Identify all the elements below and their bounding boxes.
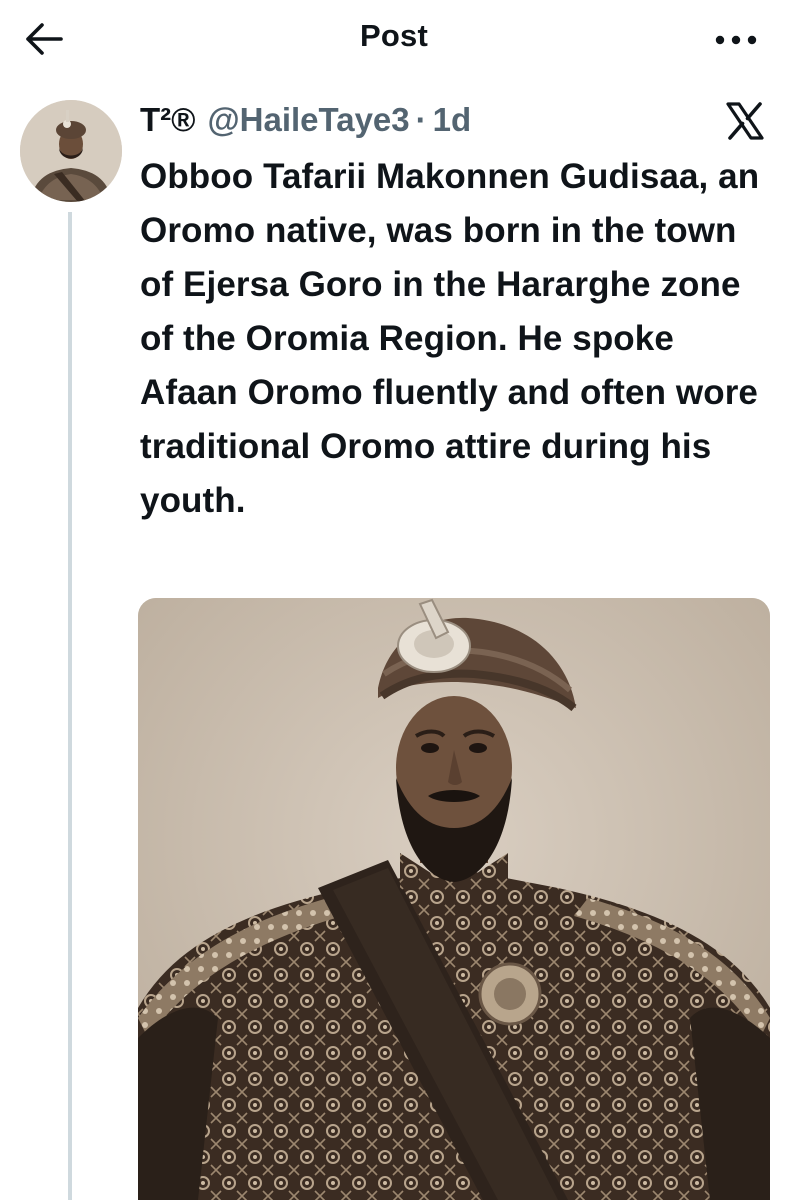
page-title: Post: [360, 18, 428, 53]
thread-line: [68, 212, 72, 1200]
post-header: T²® @HaileTaye3 · 1d: [140, 96, 471, 144]
post-text: Obboo Tafarii Makonnen Gudisaa, an Oromo…: [140, 157, 760, 520]
top-bar: Post: [0, 0, 788, 80]
author-handle[interactable]: @HaileTaye3: [207, 101, 409, 139]
post-timestamp[interactable]: 1d: [433, 101, 472, 139]
x-logo-button[interactable]: [724, 100, 766, 142]
author-avatar[interactable]: [20, 100, 122, 202]
more-horizontal-icon: [715, 35, 757, 45]
author-display-name[interactable]: T²®: [140, 101, 195, 139]
more-options-button[interactable]: [708, 20, 764, 60]
post-image[interactable]: [138, 598, 770, 1200]
x-logo-icon: [726, 102, 764, 140]
separator-dot: ·: [415, 101, 427, 138]
